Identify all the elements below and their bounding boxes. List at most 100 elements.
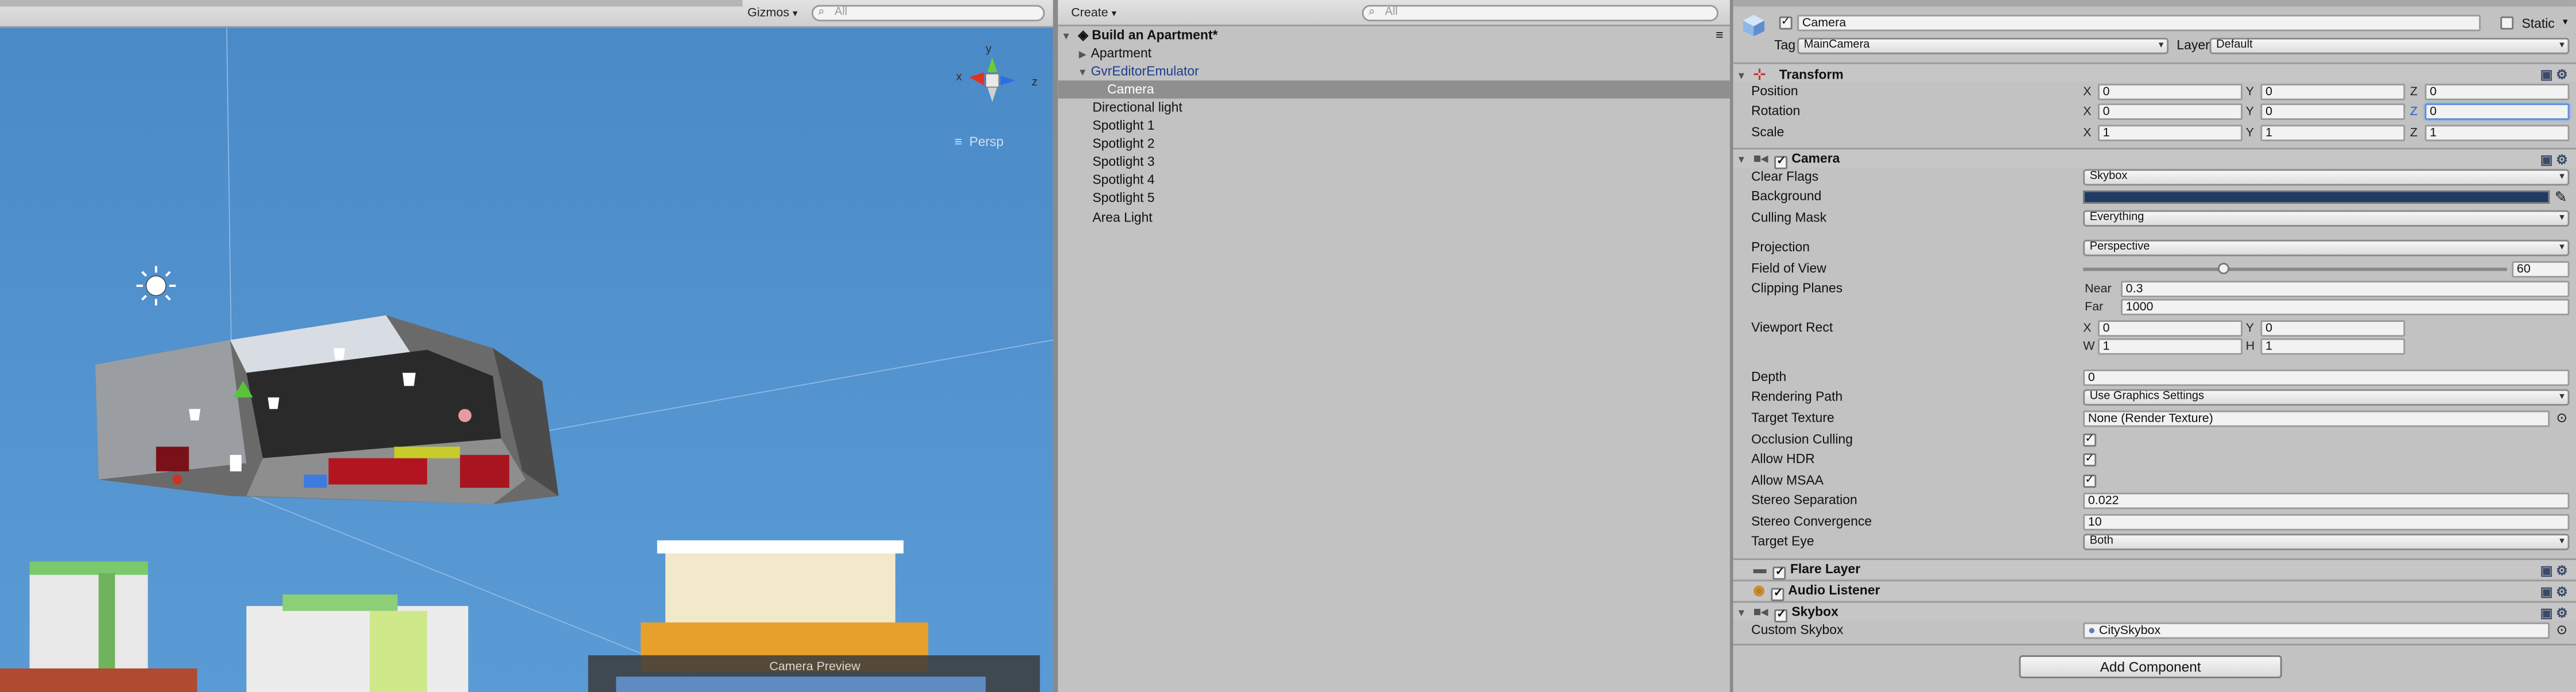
chevron-down-icon: ▾ [2559, 41, 2565, 51]
scale-label: Scale [1751, 125, 1784, 140]
viewport-y-field[interactable]: 0 [2260, 320, 2406, 337]
layer-dropdown[interactable]: Default ▾ [2209, 37, 2570, 55]
hierarchy-item-apartment[interactable]: ▶ Apartment [1058, 44, 1730, 62]
position-z-field[interactable]: 0 [2424, 83, 2570, 100]
position-row: Position X 0 Y 0 Z 0 [1733, 82, 2576, 102]
hierarchy-search-input[interactable]: ⌕ All [1361, 5, 1718, 22]
viewport-x-field[interactable]: 0 [2098, 320, 2243, 337]
occlusion-culling-checkbox[interactable]: ✓ [2083, 433, 2097, 447]
component-menu-icons[interactable]: ▣⚙ [2540, 562, 2571, 581]
allow-msaa-checkbox[interactable]: ✓ [2083, 475, 2097, 488]
skybox-header[interactable]: ▼ ■◂ ✓ Skybox ▣⚙ [1733, 601, 2576, 623]
viewport-w-field[interactable]: 1 [2098, 338, 2243, 355]
depth-field[interactable]: 0 [2083, 369, 2570, 386]
audio-listener-header[interactable]: ◉ ✓ Audio Listener ▣⚙ [1733, 580, 2576, 602]
create-button[interactable]: Create ▾ [1071, 5, 1116, 20]
fov-slider-track[interactable] [2083, 267, 2507, 271]
hierarchy-item-camera[interactable]: Camera [1058, 80, 1730, 99]
hierarchy-item-spotlight-4[interactable]: Spotlight 4 [1058, 171, 1730, 189]
rotation-z-field[interactable]: 0 [2424, 103, 2570, 120]
static-checkbox[interactable] [2500, 16, 2514, 30]
scene-name: Build an Apartment* [1092, 28, 1218, 43]
component-menu-icons[interactable]: ▣⚙ [2540, 583, 2571, 602]
camera-title: Camera [1791, 151, 1840, 166]
position-y-field[interactable]: 0 [2260, 83, 2406, 100]
gameobject-icon [1743, 14, 1765, 36]
hierarchy-panel: Create ▾ ⌕ All ▼ ◈ Build an Apartment* ≡… [1058, 0, 1730, 692]
hierarchy-search-placeholder: All [1384, 6, 1398, 18]
scene-search-input[interactable]: ⌕ All [811, 5, 1045, 22]
custom-skybox-field[interactable]: ● CitySkybox [2083, 622, 2550, 639]
add-component-button[interactable]: Add Component [2019, 655, 2282, 679]
rendering-path-dropdown[interactable]: Use Graphics Settings ▾ [2083, 389, 2570, 406]
gizmos-button[interactable]: Gizmos ▾ [747, 5, 797, 20]
object-name-field[interactable]: Camera [1797, 14, 2481, 32]
hierarchy-item-gvreditoremulator[interactable]: ▼ GvrEditorEmulator [1058, 63, 1730, 80]
material-icon: ● [2088, 622, 2096, 637]
z-label: Z [2410, 103, 2418, 119]
hierarchy-item-label: Apartment [1091, 46, 1152, 61]
hierarchy-item-spotlight-3[interactable]: Spotlight 3 [1058, 153, 1730, 170]
background-color-swatch[interactable] [2083, 191, 2550, 204]
object-picker-icon[interactable]: ⊙ [2556, 621, 2567, 640]
target-eye-label: Target Eye [1751, 534, 1814, 549]
near-field[interactable]: 0.3 [2121, 281, 2570, 298]
far-label: Far [2085, 298, 2104, 314]
scene-view[interactable]: Gizmos ▾ ⌕ All Camera Preview y z x Pers… [0, 0, 1053, 692]
clear-flags-label: Clear Flags [1751, 169, 1819, 184]
projection-dropdown[interactable]: Perspective ▾ [2083, 239, 2570, 256]
panel-divider[interactable] [1053, 0, 1058, 692]
audio-listener-checkbox[interactable]: ✓ [1771, 588, 1785, 601]
active-checkbox[interactable]: ✓ [1779, 16, 1793, 30]
menu-icon[interactable]: ≡ [1716, 26, 1723, 44]
scale-y-field[interactable]: 1 [2260, 125, 2406, 142]
chevron-down-icon: ▾ [2559, 392, 2565, 403]
stereo-separation-field[interactable]: 0.022 [2083, 492, 2570, 510]
directional-light-icon[interactable] [136, 266, 176, 306]
culling-mask-dropdown[interactable]: Everything ▾ [2083, 210, 2570, 227]
allow-hdr-checkbox[interactable]: ✓ [2083, 453, 2097, 466]
hierarchy-item-spotlight-2[interactable]: Spotlight 2 [1058, 135, 1730, 153]
chevron-down-icon: ▾ [1111, 10, 1117, 20]
viewport-h-field[interactable]: 1 [2260, 338, 2406, 355]
eyedropper-icon[interactable]: ✎ [2555, 187, 2567, 207]
clipping-planes-row: Clipping Planes Near 0.3 [1733, 279, 2576, 299]
hierarchy-item-spotlight-5[interactable]: Spotlight 5 [1058, 189, 1730, 207]
hierarchy-item-directional-light[interactable]: Directional light [1058, 99, 1730, 116]
rotation-y-field[interactable]: 0 [2260, 103, 2406, 120]
y-label: Y [2245, 103, 2254, 119]
rotation-x-field[interactable]: 0 [2098, 103, 2243, 120]
gizmo-z-label: z [1031, 76, 1037, 88]
static-label: Static [2521, 16, 2555, 32]
hierarchy-item-area-light[interactable]: Area Light [1058, 208, 1730, 226]
scale-z-field[interactable]: 1 [2424, 125, 2570, 142]
scene-root-row[interactable]: ▼ ◈ Build an Apartment* ≡ [1058, 26, 1730, 44]
target-eye-value: Both [2089, 535, 2113, 547]
scene-toolbar: Gizmos ▾ ⌕ All [0, 0, 1053, 28]
target-eye-dropdown[interactable]: Both ▾ [2083, 534, 2570, 550]
fov-value-field[interactable]: 60 [2512, 261, 2570, 278]
viewport-rect-row: Viewport Rect X 0 Y 0 [1733, 318, 2576, 338]
chevron-down-icon[interactable]: ▾ [2563, 17, 2568, 28]
y-label: Y [2245, 320, 2254, 335]
flare-layer-checkbox[interactable]: ✓ [1773, 566, 1787, 580]
persp-toggle-icon[interactable]: ≡ [955, 134, 962, 149]
camera-header[interactable]: ▼ ■◂ ✓ Camera ▣⚙ [1733, 147, 2576, 169]
clear-flags-row: Clear Flags Skybox ▾ [1733, 168, 2576, 187]
far-field[interactable]: 1000 [2121, 298, 2570, 316]
scene-canvas[interactable]: Camera Preview y z x Persp ≡ [0, 28, 1053, 692]
tag-dropdown[interactable]: MainCamera ▾ [1797, 37, 2169, 55]
transform-header[interactable]: ▼ ⊹ Transform ▣⚙ [1733, 62, 2576, 83]
clear-flags-dropdown[interactable]: Skybox ▾ [2083, 169, 2570, 186]
object-picker-icon[interactable]: ⊙ [2556, 409, 2567, 429]
fov-slider-thumb[interactable] [2217, 262, 2229, 274]
z-label: Z [2410, 125, 2418, 140]
hierarchy-item-spotlight-1[interactable]: Spotlight 1 [1058, 116, 1730, 134]
stereo-convergence-field[interactable]: 10 [2083, 514, 2570, 531]
scale-x-field[interactable]: 1 [2098, 125, 2243, 142]
flare-layer-header[interactable]: ▬ ✓ Flare Layer ▣⚙ [1733, 558, 2576, 581]
allow-msaa-row: Allow MSAA ✓ [1733, 471, 2576, 491]
position-x-field[interactable]: 0 [2098, 83, 2243, 100]
persp-label[interactable]: Persp [969, 134, 1004, 149]
target-texture-field[interactable]: None (Render Texture) [2083, 410, 2550, 427]
